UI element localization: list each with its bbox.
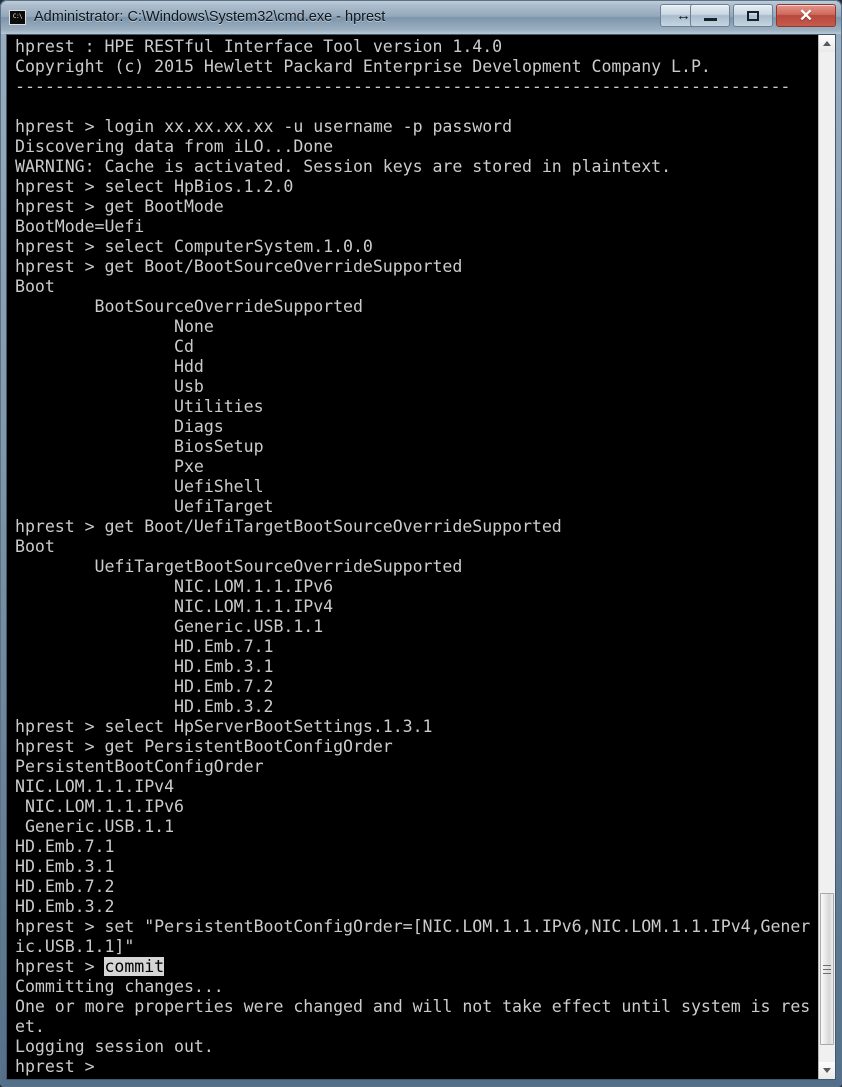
console-line: ----------------------------------------…: [15, 77, 791, 96]
maximize-button[interactable]: [733, 4, 773, 27]
scroll-down-button[interactable]: [819, 1062, 835, 1079]
console-line: hprest >: [15, 1057, 95, 1076]
console-line: HD.Emb.3.2: [15, 697, 274, 716]
console-line: hprest > get BootMode: [15, 197, 224, 216]
console-line: Hdd: [15, 357, 204, 376]
console-line: UefiShell: [15, 477, 264, 496]
caption-button-group: ✕: [687, 3, 836, 28]
console-line: HD.Emb.7.1: [15, 837, 115, 856]
grip-line: [823, 968, 831, 970]
console-line: hprest > commit: [7, 957, 818, 977]
console-line: hprest > select ComputerSystem.1.0.0: [15, 237, 373, 256]
console-line: hprest > login xx.xx.xx.xx -u username -…: [15, 117, 513, 136]
console-line: NIC.LOM.1.1.IPv4: [15, 777, 175, 796]
minimize-button[interactable]: [690, 4, 730, 27]
console-scrollbar[interactable]: [818, 35, 835, 1079]
console-line: Utilities: [15, 397, 264, 416]
console-line: Cd: [15, 337, 194, 356]
console-line: BiosSetup: [15, 437, 264, 456]
chevron-up-icon: [823, 41, 831, 46]
console-line: None: [15, 317, 214, 336]
cmd-console-icon-glyph: C:\: [12, 13, 23, 20]
console-text: hprest >: [15, 957, 105, 976]
console-line: Generic.USB.1.1: [15, 817, 175, 836]
console-line: hprest > get Boot/BootSourceOverrideSupp…: [15, 257, 463, 276]
console-line: HD.Emb.3.1: [15, 857, 115, 876]
highlighted-command: commit: [104, 957, 165, 976]
cmd-console-icon: C:\: [9, 9, 26, 25]
console-client-area: hprest : HPE RESTful Interface Tool vers…: [6, 34, 836, 1080]
console-line: Copyright (c) 2015 Hewlett Packard Enter…: [15, 57, 711, 76]
window-title: Administrator: C:\Windows\System32\cmd.e…: [34, 9, 386, 25]
console-line: hprest > select HpBios.1.2.0: [15, 177, 294, 196]
console-line: Generic.USB.1.1: [15, 617, 324, 636]
chevron-down-icon: [823, 1068, 831, 1073]
console-line: Boot: [15, 537, 55, 556]
maximize-icon: [747, 10, 759, 21]
console-line: hprest > set "PersistentBootConfigOrder=…: [15, 917, 811, 936]
grip-line: [823, 964, 831, 966]
console-line: UefiTarget: [15, 497, 274, 516]
console-line: WARNING: Cache is activated. Session key…: [15, 157, 672, 176]
console-line: NIC.LOM.1.1.IPv6: [15, 797, 184, 816]
grip-line: [823, 972, 831, 974]
console-line: hprest > get PersistentBootConfigOrder: [15, 737, 393, 756]
console-line: Logging session out.: [15, 1037, 214, 1056]
close-icon: ✕: [798, 6, 814, 25]
console-line: Pxe: [15, 457, 204, 476]
console-line: BootMode=Uefi: [15, 217, 145, 236]
console-line: BootSourceOverrideSupported: [15, 297, 363, 316]
console-line: HD.Emb.7.2: [15, 677, 274, 696]
console-line: HD.Emb.3.2: [15, 897, 115, 916]
console-window: C:\ Administrator: C:\Windows\System32\c…: [0, 0, 842, 1087]
console-line: Discovering data from iLO...Done: [15, 137, 334, 156]
console-line: Boot: [15, 277, 55, 296]
console-line: Usb: [15, 377, 204, 396]
console-line: hprest > select HpServerBootSettings.1.3…: [15, 717, 433, 736]
console-line: NIC.LOM.1.1.IPv6: [15, 577, 334, 596]
console-line: PersistentBootConfigOrder: [15, 757, 264, 776]
console-line: Diags: [15, 417, 224, 436]
console-line: et.: [15, 1017, 45, 1036]
scroll-up-button[interactable]: [819, 35, 835, 52]
console-line: hprest > get Boot/UefiTargetBootSourceOv…: [15, 517, 562, 536]
console-line: HD.Emb.7.1: [15, 637, 274, 656]
console-line: HD.Emb.7.2: [15, 877, 115, 896]
console-line: NIC.LOM.1.1.IPv4: [15, 597, 334, 616]
console-line: Committing changes...: [15, 977, 224, 996]
console-line: UefiTargetBootSourceOverrideSupported: [15, 557, 463, 576]
close-button[interactable]: ✕: [776, 4, 836, 27]
console-line: HD.Emb.3.1: [15, 657, 274, 676]
console-output[interactable]: hprest : HPE RESTful Interface Tool vers…: [7, 35, 818, 1079]
scrollbar-thumb[interactable]: [820, 893, 834, 1045]
minimize-icon: [703, 17, 717, 21]
console-line: ic.USB.1.1]": [15, 937, 135, 956]
console-line: One or more properties were changed and …: [15, 997, 811, 1016]
console-line: hprest : HPE RESTful Interface Tool vers…: [15, 37, 503, 56]
